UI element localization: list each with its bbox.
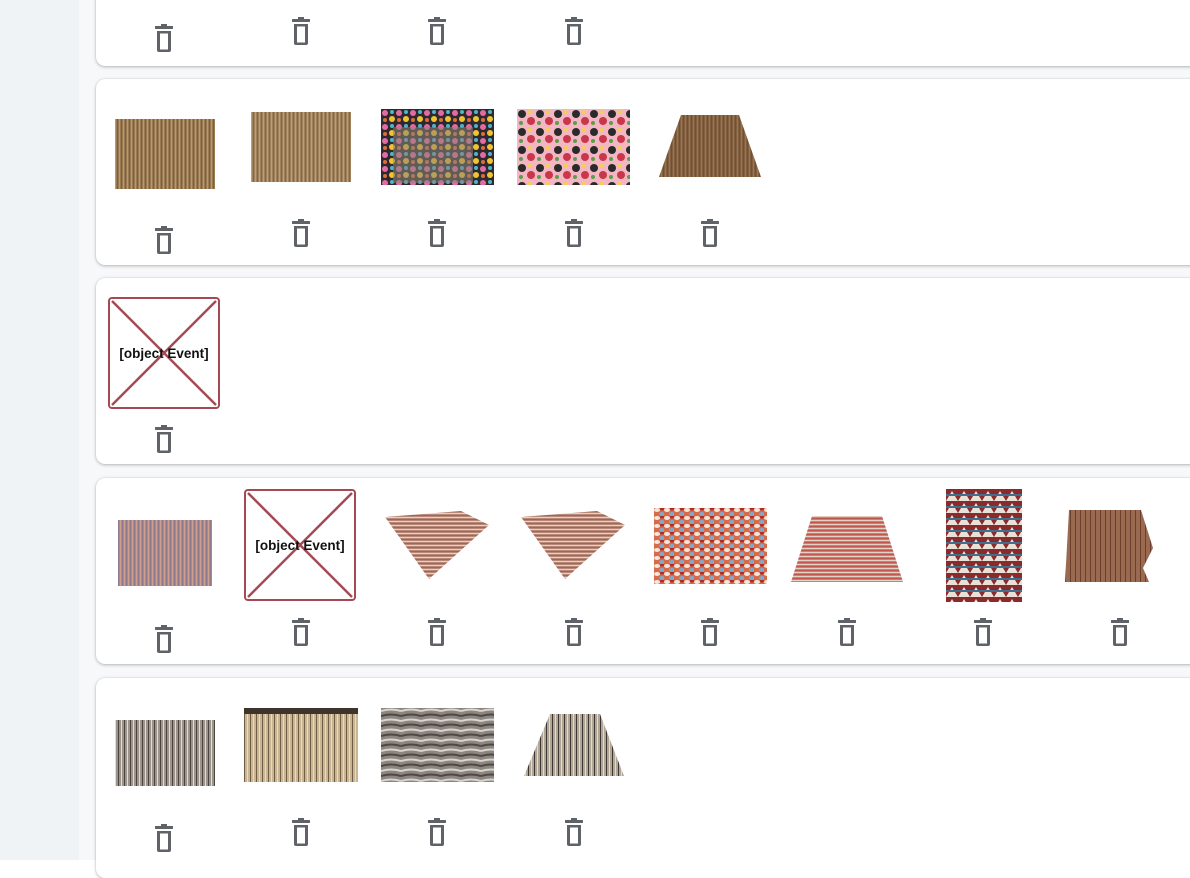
broken-image[interactable]: [object Event] xyxy=(108,297,220,409)
trash-icon xyxy=(289,817,313,847)
trash-icon xyxy=(152,23,176,53)
image-row-card xyxy=(96,79,1190,265)
rug-thumbnail[interactable] xyxy=(115,119,215,189)
delete-button[interactable] xyxy=(289,817,313,847)
delete-button[interactable] xyxy=(562,218,586,248)
trash-icon xyxy=(425,16,449,46)
image-row-card xyxy=(96,0,1190,66)
delete-button[interactable] xyxy=(562,617,586,647)
delete-button[interactable] xyxy=(835,617,859,647)
delete-button[interactable] xyxy=(971,617,995,647)
trash-icon xyxy=(289,218,313,248)
trash-icon xyxy=(698,218,722,248)
trash-icon xyxy=(971,617,995,647)
delete-button[interactable] xyxy=(1108,617,1132,647)
rug-thumbnail[interactable] xyxy=(381,109,494,185)
delete-button[interactable] xyxy=(289,617,313,647)
sidebar xyxy=(0,0,79,860)
delete-button[interactable] xyxy=(289,218,313,248)
delete-button[interactable] xyxy=(425,617,449,647)
rug-thumbnail[interactable] xyxy=(244,708,358,782)
rug-thumbnail[interactable] xyxy=(790,514,904,584)
trash-icon xyxy=(835,617,859,647)
trash-icon xyxy=(152,823,176,853)
trash-icon xyxy=(289,617,313,647)
broken-image[interactable]: [object Event] xyxy=(244,489,356,601)
image-row-card xyxy=(96,678,1190,878)
rug-thumbnail[interactable] xyxy=(654,508,767,584)
delete-button[interactable] xyxy=(289,16,313,46)
trash-icon xyxy=(152,424,176,454)
rug-thumbnail[interactable] xyxy=(521,511,627,579)
delete-button[interactable] xyxy=(698,617,722,647)
delete-button[interactable] xyxy=(425,817,449,847)
delete-button[interactable] xyxy=(698,218,722,248)
rug-thumbnail[interactable] xyxy=(251,112,351,182)
rug-thumbnail[interactable] xyxy=(381,708,494,782)
delete-button[interactable] xyxy=(425,218,449,248)
delete-button[interactable] xyxy=(152,823,176,853)
image-row-card: [object Event] xyxy=(96,478,1190,664)
delete-button[interactable] xyxy=(152,225,176,255)
trash-icon xyxy=(152,225,176,255)
trash-icon xyxy=(1108,617,1132,647)
trash-icon xyxy=(425,617,449,647)
trash-icon xyxy=(152,624,176,654)
delete-button[interactable] xyxy=(152,624,176,654)
trash-icon xyxy=(425,218,449,248)
delete-button[interactable] xyxy=(562,16,586,46)
delete-button[interactable] xyxy=(562,817,586,847)
trash-icon xyxy=(562,218,586,248)
trash-icon xyxy=(425,817,449,847)
broken-image-text: [object Event] xyxy=(119,346,209,361)
delete-button[interactable] xyxy=(425,16,449,46)
rug-thumbnail[interactable] xyxy=(118,520,212,586)
delete-button[interactable] xyxy=(152,424,176,454)
trash-icon xyxy=(289,16,313,46)
trash-icon xyxy=(698,617,722,647)
rug-thumbnail[interactable] xyxy=(522,712,626,778)
trash-icon xyxy=(562,16,586,46)
rug-thumbnail[interactable] xyxy=(946,489,1022,602)
trash-icon xyxy=(562,617,586,647)
delete-button[interactable] xyxy=(152,23,176,53)
trash-icon xyxy=(562,817,586,847)
image-row-card: [object Event] xyxy=(96,278,1190,464)
rug-thumbnail[interactable] xyxy=(517,109,630,185)
rug-thumbnail[interactable] xyxy=(385,511,491,579)
rug-thumbnail[interactable] xyxy=(1063,508,1155,584)
rug-thumbnail[interactable] xyxy=(657,113,763,179)
rug-thumbnail[interactable] xyxy=(115,720,215,786)
broken-image-text: [object Event] xyxy=(255,538,345,553)
